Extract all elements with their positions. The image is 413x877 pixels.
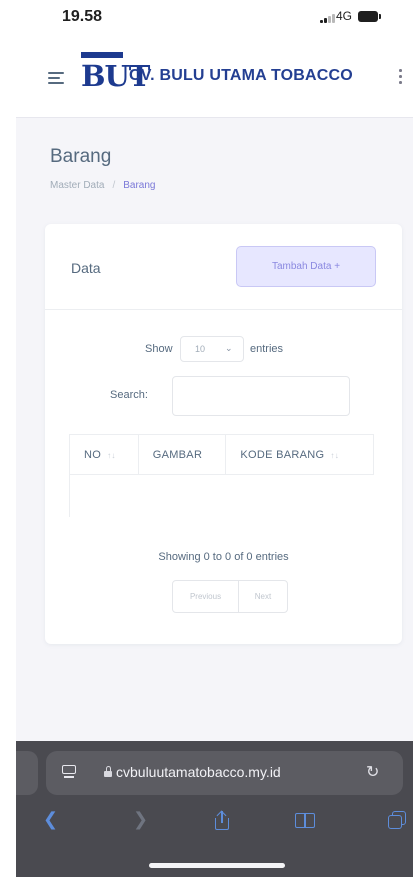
search-label: Search:: [110, 389, 148, 401]
status-bar: 19.58 4G: [16, 0, 413, 38]
address-bar[interactable]: cvbuluutamatobacco.my.id ↻: [46, 751, 403, 795]
column-header-gambar: GAMBAR: [137, 434, 227, 475]
data-card: Data Tambah Data + Show 10 ⌄ entries Sea…: [45, 224, 402, 644]
card-title: Data: [71, 260, 101, 276]
previous-tab-preview[interactable]: [16, 751, 38, 795]
back-icon[interactable]: ❮: [43, 809, 58, 830]
signal-icon: [320, 13, 335, 23]
breadcrumb: Master Data / Barang: [50, 180, 156, 191]
previous-page-button[interactable]: Previous: [173, 581, 239, 612]
reload-icon[interactable]: ↻: [366, 762, 379, 782]
entries-label: entries: [250, 343, 284, 355]
battery-icon: [358, 11, 381, 22]
browser-bottom-bar: cvbuluutamatobacco.my.id ↻ ❮ ❯: [16, 741, 413, 877]
card-header: Data Tambah Data +: [45, 224, 402, 310]
share-icon[interactable]: [214, 810, 230, 831]
page-title: Barang: [50, 146, 112, 167]
phone-screen: 19.58 4G BUT CV. BULU UTAMA TOBACCO Bara…: [16, 0, 413, 877]
table-empty-row: [69, 474, 374, 517]
browser-toolbar: ❮ ❯: [16, 803, 413, 847]
hamburger-menu-icon[interactable]: [48, 72, 64, 84]
entries-select[interactable]: 10 ⌄: [180, 336, 244, 362]
search-control: Search:: [45, 376, 402, 416]
column-header-label: KODE BARANG: [240, 448, 325, 461]
forward-icon[interactable]: ❯: [133, 809, 148, 830]
network-type: 4G: [336, 9, 353, 23]
table-info: Showing 0 to 0 of 0 entries: [158, 551, 289, 563]
table-empty-cell: [69, 474, 374, 517]
vertical-dots-icon[interactable]: [398, 68, 402, 86]
bookmarks-icon[interactable]: [295, 813, 317, 829]
column-header-label: GAMBAR: [152, 448, 203, 461]
table-header-row: NO ↑↓ GAMBAR KODE BARANG ↑↓: [69, 434, 374, 475]
entries-select-value: 10: [195, 344, 206, 354]
home-indicator[interactable]: [149, 863, 285, 868]
status-time: 19.58: [62, 8, 103, 25]
sort-icon: ↑↓: [107, 450, 116, 460]
brand-name: CV. BULU UTAMA TOBACCO: [129, 67, 353, 84]
data-table: NO ↑↓ GAMBAR KODE BARANG ↑↓: [69, 434, 374, 517]
breadcrumb-separator: /: [112, 180, 116, 191]
next-page-button[interactable]: Next: [239, 581, 287, 612]
logo-text: BUT: [81, 59, 150, 93]
show-label: Show: [145, 343, 173, 355]
breadcrumb-barang: Barang: [123, 180, 156, 191]
data-table-wrapper: NO ↑↓ GAMBAR KODE BARANG ↑↓: [69, 434, 378, 520]
column-header-label: NO: [84, 448, 102, 461]
brand-logo[interactable]: BUT: [81, 52, 150, 98]
column-header-no[interactable]: NO ↑↓: [69, 434, 139, 475]
column-header-kode-barang[interactable]: KODE BARANG ↑↓: [225, 434, 374, 475]
url-text: cvbuluutamatobacco.my.id: [116, 764, 281, 780]
top-navbar: BUT CV. BULU UTAMA TOBACCO: [16, 38, 413, 118]
page-menu-icon[interactable]: [62, 765, 76, 778]
pagination: Previous Next: [172, 580, 288, 613]
tabs-icon[interactable]: [388, 811, 406, 829]
sort-icon: ↑↓: [330, 450, 340, 460]
chevron-down-icon: ⌄: [225, 343, 233, 353]
lock-icon: [104, 766, 113, 777]
entries-length-control: Show 10 ⌄ entries: [45, 336, 402, 362]
search-input[interactable]: [172, 376, 350, 416]
tambah-data-button[interactable]: Tambah Data +: [236, 246, 376, 287]
breadcrumb-master-data[interactable]: Master Data: [50, 180, 104, 191]
